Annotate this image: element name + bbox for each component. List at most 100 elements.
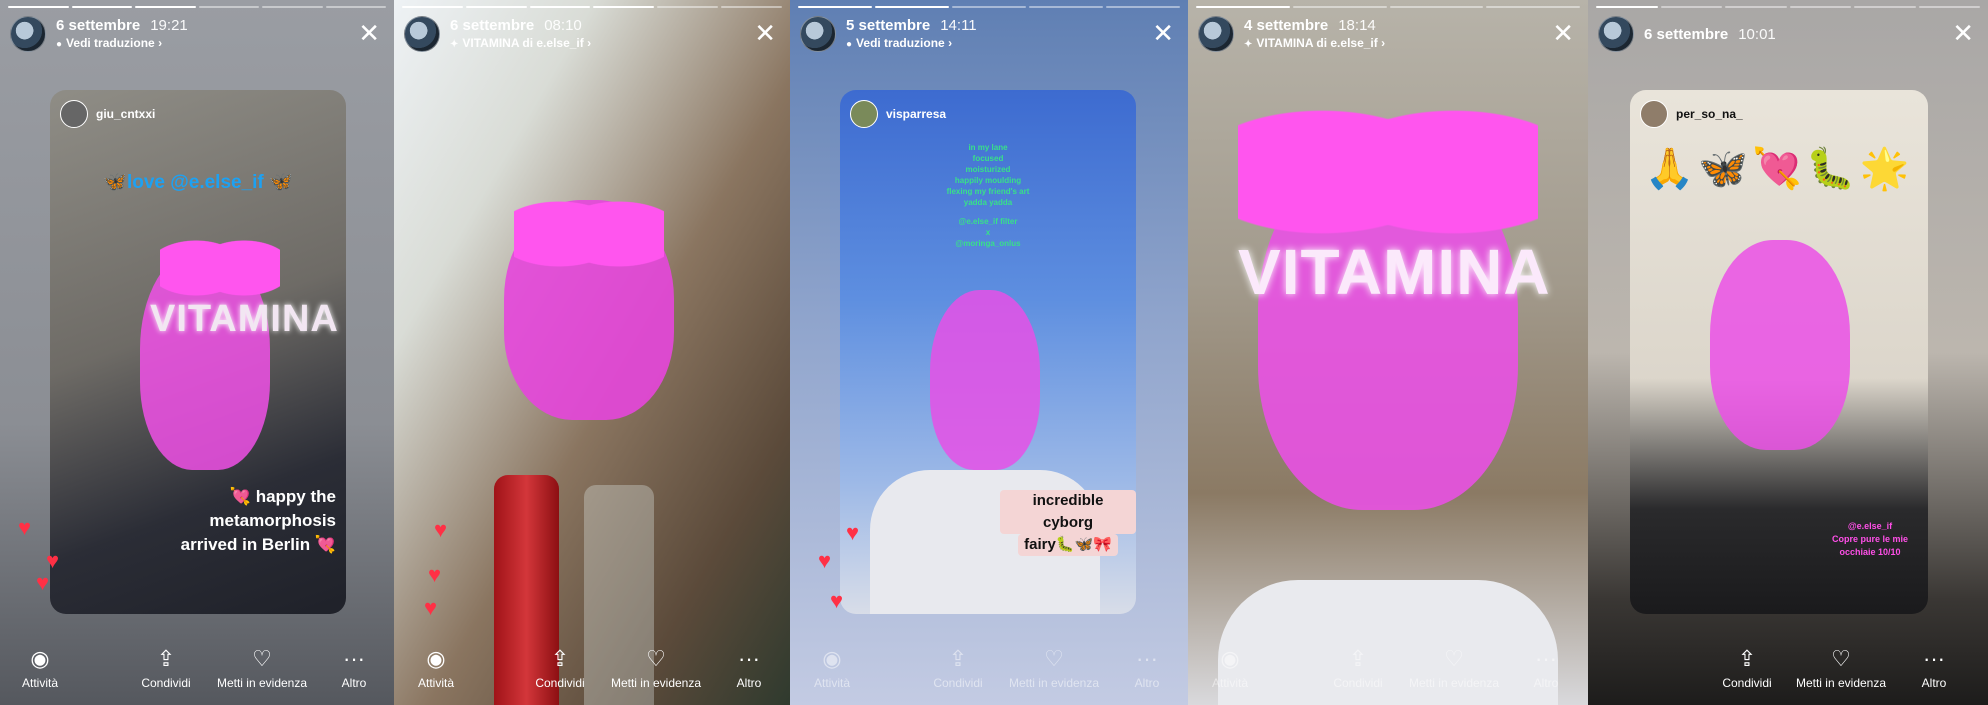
shared-post-card[interactable]: giu_cntxxi 🦋love @e.else_if 🦋 VITAMINA 💘… <box>50 90 346 614</box>
poem-text: in my lane focused moisturized happily moul… <box>946 143 1030 248</box>
activity-button[interactable]: ◉ Attività <box>0 646 95 690</box>
eye-icon: ◉ <box>822 646 842 671</box>
avatar[interactable] <box>10 16 46 52</box>
filter-word: VITAMINA <box>1238 236 1551 308</box>
heart-icon: ♥ <box>846 520 860 545</box>
filter-word: VITAMINA <box>150 298 339 340</box>
activity-button[interactable]: ◉ Attività <box>394 646 491 690</box>
activity-button[interactable]: ◉ Attività <box>790 646 887 690</box>
story-time: 08:10 <box>544 17 582 34</box>
story-caption: 💘 happy the metamorphosis arrived in Ber… <box>180 487 336 554</box>
translate-bubble-icon: ● <box>846 39 853 50</box>
avatar <box>1640 100 1668 128</box>
avatar[interactable] <box>1198 16 1234 52</box>
share-button[interactable]: ⇪ Condividi <box>505 646 615 690</box>
share-icon: ⇪ <box>948 646 968 671</box>
emoji-row: 🙏🦋💘🐛🌟 <box>1644 147 1914 191</box>
butterfly-icon <box>514 180 664 270</box>
share-icon: ⇪ <box>156 646 176 671</box>
share-icon: ⇪ <box>1348 646 1368 671</box>
avatar <box>60 100 88 128</box>
avatar <box>850 100 878 128</box>
progress-bar <box>402 6 782 8</box>
progress-bar <box>798 6 1180 8</box>
more-button[interactable]: ··· Altro <box>299 646 394 690</box>
heart-icon: ♥ <box>428 562 442 587</box>
effect-link[interactable]: ✦ VITAMINA di e.else_if › <box>1244 36 1385 50</box>
story-panel-3: 5 settembre 14:11 ● Vedi traduzione › ✕ vi… <box>790 0 1188 705</box>
more-icon: ··· <box>1923 646 1945 671</box>
close-icon[interactable]: ✕ <box>1152 20 1174 46</box>
activity-button[interactable]: ◉ Attività <box>1188 646 1285 690</box>
story-date: 6 settembre 19:21 <box>56 17 188 34</box>
share-button[interactable]: ⇪ Condividi <box>903 646 1013 690</box>
card-username[interactable]: visparresa <box>850 100 946 128</box>
heart-icon: ♥ <box>434 517 448 542</box>
progress-bar <box>1596 6 1980 8</box>
avatar[interactable] <box>800 16 836 52</box>
butterfly-icon <box>160 220 280 300</box>
avatar[interactable] <box>404 16 440 52</box>
story-action-bar: ⇪ Condividi ♡ Metti in evidenza ··· Altro <box>1588 635 1988 705</box>
close-icon[interactable]: ✕ <box>1952 20 1974 46</box>
story-header: 6 settembre 19:21 ● Vedi traduzione › ✕ <box>10 16 384 56</box>
share-button[interactable]: ⇪ Condividi <box>111 646 221 690</box>
effect-link[interactable]: ✦ VITAMINA di e.else_if › <box>450 36 591 50</box>
more-icon: ··· <box>738 646 760 671</box>
more-button[interactable]: ··· Altro <box>694 646 790 690</box>
butterfly-icon <box>1238 70 1538 240</box>
heart-icon: ♥ <box>818 548 832 573</box>
story-header: 6 settembre 10:01 ✕ <box>1598 16 1978 56</box>
story-panel-5: 6 settembre 10:01 ✕ per_so_na_ 🙏🦋💘🐛🌟 @e.e… <box>1588 0 1988 705</box>
story-time: 19:21 <box>150 17 188 34</box>
story-action-bar: ◉ Attività ⇪ Condividi ♡ Metti in evidenza … <box>394 635 790 705</box>
person-photo <box>930 290 1040 470</box>
story-time: 18:14 <box>1338 17 1376 34</box>
story-panel-4: 4 settembre 18:14 ✦ VITAMINA di e.else_if … <box>1188 0 1588 705</box>
more-button[interactable]: ··· Altro <box>1092 646 1188 690</box>
avatar[interactable] <box>1598 16 1634 52</box>
heart-icon: ♥ <box>18 515 32 540</box>
share-button[interactable]: ⇪ Condividi <box>1303 646 1413 690</box>
story-panel-2: 6 settembre 08:10 ✦ VITAMINA di e.else_if … <box>394 0 790 705</box>
more-button[interactable]: ··· Altro <box>1879 646 1988 690</box>
share-icon: ⇪ <box>550 646 570 671</box>
more-button[interactable]: ··· Altro <box>1491 646 1588 690</box>
eye-icon: ◉ <box>426 646 446 671</box>
eye-icon: ◉ <box>30 646 50 671</box>
effect-sparkle-icon: ✦ <box>1244 39 1253 50</box>
translate-link[interactable]: ● Vedi traduzione › <box>846 36 952 50</box>
story-panel-1: 6 settembre 19:21 ● Vedi traduzione › ✕ gi… <box>0 0 394 705</box>
heart-icon: ♥ <box>36 570 50 595</box>
story-header: 4 settembre 18:14 ✦ VITAMINA di e.else_if … <box>1198 16 1578 56</box>
story-action-bar: ◉ Attività ⇪ Condividi ♡ Metti in evidenza … <box>790 635 1188 705</box>
close-icon[interactable]: ✕ <box>754 20 776 46</box>
story-action-bar: ◉ Attività ⇪ Condividi ♡ Metti in evidenza … <box>0 635 394 705</box>
card-username[interactable]: giu_cntxxi <box>60 100 155 128</box>
more-icon: ··· <box>343 646 365 671</box>
story-date: 5 settembre 14:11 <box>846 17 977 34</box>
card-username[interactable]: per_so_na_ <box>1640 100 1743 128</box>
close-icon[interactable]: ✕ <box>358 20 380 46</box>
story-header: 6 settembre 08:10 ✦ VITAMINA di e.else_if … <box>404 16 780 56</box>
shared-post-card[interactable]: visparresa in my lane focused moisturized h… <box>840 90 1136 614</box>
effect-sparkle-icon: ✦ <box>450 39 459 50</box>
eye-icon: ◉ <box>1220 646 1240 671</box>
story-action-bar: ◉ Attività ⇪ Condividi ♡ Metti in evidenza … <box>1188 635 1588 705</box>
stories-strip: 6 settembre 19:21 ● Vedi traduzione › ✕ gi… <box>0 0 1988 705</box>
story-date: 4 settembre 18:14 <box>1244 17 1376 34</box>
story-caption: @e.else_if Copre pure le mie occhiaie 10… <box>1831 521 1908 557</box>
story-time: 10:01 <box>1738 26 1776 43</box>
heart-icon: ♥ <box>830 588 844 613</box>
more-icon: ··· <box>1535 646 1557 671</box>
translate-link[interactable]: ● Vedi traduzione › <box>56 36 162 50</box>
story-date: 6 settembre 08:10 <box>450 17 582 34</box>
translate-bubble-icon: ● <box>56 39 63 50</box>
mention-text[interactable]: 🦋love @e.else_if 🦋 <box>50 170 346 194</box>
progress-bar <box>1196 6 1580 8</box>
more-icon: ··· <box>1136 646 1158 671</box>
shared-post-card[interactable]: per_so_na_ 🙏🦋💘🐛🌟 @e.else_if Copre pure l… <box>1630 90 1928 614</box>
story-date: 6 settembre 10:01 <box>1644 26 1776 43</box>
story-caption: incredible cyborg fairy🐛🦋🎀 <box>1000 490 1136 556</box>
close-icon[interactable]: ✕ <box>1552 20 1574 46</box>
